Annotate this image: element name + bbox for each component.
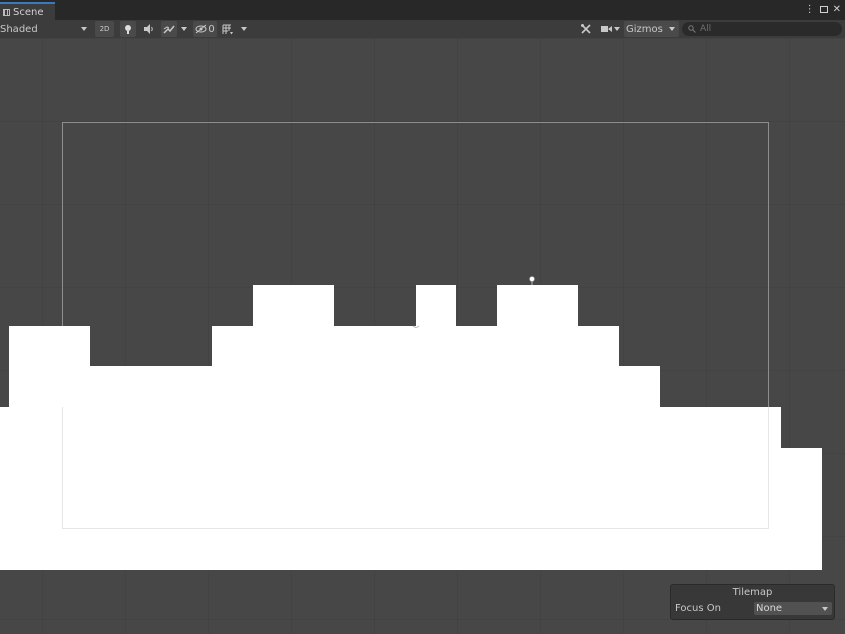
chevron-down-icon	[822, 606, 828, 611]
camera-icon	[600, 26, 612, 32]
camera-settings-dropdown[interactable]	[598, 21, 622, 37]
chevron-down-icon	[81, 27, 87, 31]
visibility-toggle-button[interactable]: 0	[193, 21, 217, 37]
toggle-2d-button[interactable]: 2D	[95, 21, 114, 37]
tools-toggle-button[interactable]	[578, 21, 594, 37]
grid-icon	[222, 24, 233, 34]
visibility-icon	[195, 24, 207, 34]
object-gizmo[interactable]	[529, 276, 535, 286]
tab-scene[interactable]: Scene	[0, 2, 55, 20]
grid-toggle-button[interactable]	[220, 21, 236, 37]
chevron-down-icon	[241, 27, 247, 31]
audio-icon	[144, 24, 153, 34]
scene-viewport[interactable]	[0, 38, 845, 634]
window-controls: ⋮ ✕	[805, 3, 841, 17]
tilemap-overlay-panel: Tilemap Focus On None	[670, 584, 835, 620]
scene-icon	[3, 8, 10, 16]
gizmos-label: Gizmos	[626, 23, 663, 35]
effects-toggle-button[interactable]	[161, 21, 177, 37]
focus-on-label: Focus On	[675, 603, 721, 614]
search-placeholder: All	[700, 24, 712, 34]
shading-mode-dropdown[interactable]: Shaded	[0, 21, 91, 37]
tools-icon	[581, 24, 591, 34]
effects-icon	[163, 25, 175, 34]
tab-scene-label: Scene	[13, 6, 44, 18]
chevron-down-icon	[613, 27, 620, 31]
tilemap-canvas	[0, 122, 822, 570]
chevron-down-icon	[181, 27, 187, 31]
tilemap-terrain	[0, 285, 822, 570]
overlay-title: Tilemap	[732, 587, 773, 598]
search-icon	[688, 25, 696, 33]
maximize-icon[interactable]	[819, 6, 828, 13]
focus-on-value: None	[756, 603, 783, 614]
effects-dropdown[interactable]	[178, 21, 190, 37]
close-icon[interactable]: ✕	[833, 3, 841, 17]
hidden-count: 0	[208, 23, 215, 35]
lighting-icon	[125, 25, 131, 34]
grid-dropdown[interactable]	[238, 21, 250, 37]
shading-mode-value: Shaded	[0, 23, 38, 35]
focus-on-dropdown[interactable]: None	[754, 602, 832, 615]
scene-toolbar: Shaded 2D 0 Gizmos All	[0, 20, 845, 38]
gizmos-dropdown[interactable]: Gizmos	[624, 21, 679, 37]
search-input[interactable]: All	[682, 22, 842, 36]
lighting-toggle-button[interactable]	[120, 21, 136, 37]
more-options-icon[interactable]: ⋮	[805, 3, 815, 17]
chevron-down-icon	[669, 27, 675, 31]
tab-bar: Scene ⋮ ✕	[0, 0, 845, 20]
audio-toggle-button[interactable]	[141, 21, 157, 37]
